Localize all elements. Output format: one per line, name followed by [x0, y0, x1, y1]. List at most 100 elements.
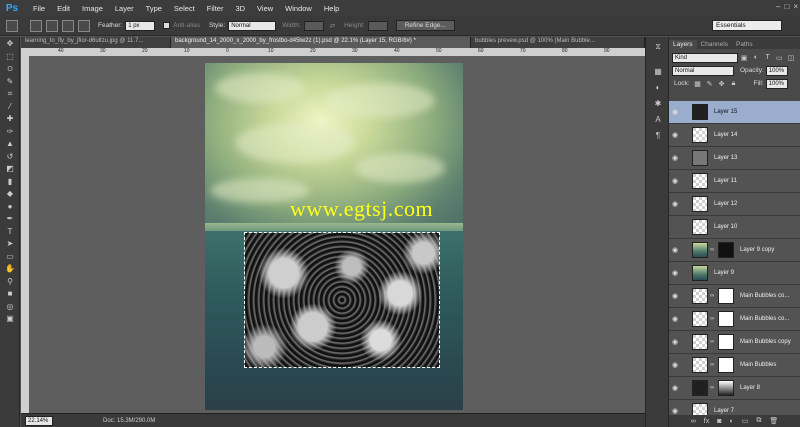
style-select[interactable]: Normal: [228, 20, 277, 31]
marquee-tool-icon[interactable]: ⬚: [3, 51, 17, 62]
shape-tool-icon[interactable]: ▭: [3, 251, 17, 262]
adjustments-panel-icon[interactable]: ◐: [652, 81, 664, 93]
layer-row[interactable]: ◉ ∞ Main Bubbles co...: [669, 285, 800, 308]
height-input[interactable]: [367, 20, 388, 31]
layer-mask-thumbnail[interactable]: [718, 311, 734, 327]
layer-name[interactable]: Layer 11: [714, 178, 737, 184]
layer-thumbnail[interactable]: [692, 288, 708, 304]
layer-row[interactable]: ◉ ∞ Layer 9 copy: [669, 239, 800, 262]
lock-position-icon[interactable]: ✥: [718, 80, 726, 88]
layer-name[interactable]: Layer 12: [714, 201, 737, 207]
visibility-eye-icon[interactable]: ◉: [672, 338, 682, 346]
layer-row[interactable]: Layer 10: [669, 216, 800, 239]
layer-name[interactable]: Layer 8: [740, 385, 760, 391]
layer-thumbnail[interactable]: [692, 127, 708, 143]
minimize-button[interactable]: –: [776, 2, 780, 11]
document-tab-active[interactable]: background_14_2000_x_2000_by_frostbo-d45…: [171, 37, 471, 48]
lock-transparent-icon[interactable]: ▦: [694, 80, 702, 88]
layer-thumbnail[interactable]: [692, 104, 708, 120]
filter-pixel-icon[interactable]: ▣: [740, 54, 748, 62]
visibility-eye-icon[interactable]: ◉: [672, 269, 682, 277]
visibility-eye-icon[interactable]: ◉: [672, 108, 682, 116]
link-icon[interactable]: ∞: [691, 418, 696, 425]
feather-input[interactable]: 1 px: [125, 20, 156, 31]
layer-thumbnail[interactable]: [692, 219, 708, 235]
swap-icon[interactable]: ⇄: [330, 22, 335, 30]
history-panel-icon[interactable]: ⧖: [652, 41, 664, 53]
visibility-eye-icon[interactable]: ◉: [672, 131, 682, 139]
layer-name[interactable]: Layer 14: [714, 132, 737, 138]
new-selection-icon[interactable]: [30, 19, 42, 32]
layer-name[interactable]: Layer 13: [714, 155, 737, 161]
clouds-render-selection[interactable]: [244, 232, 440, 368]
layer-name[interactable]: Layer 9: [714, 270, 734, 276]
refine-edge-button[interactable]: Refine Edge...: [395, 20, 455, 31]
layer-mask-thumbnail[interactable]: [718, 334, 734, 350]
hand-tool-icon[interactable]: ✋: [3, 263, 17, 274]
visibility-eye-icon[interactable]: ◉: [672, 177, 682, 185]
paragraph-panel-icon[interactable]: ¶: [652, 129, 664, 141]
move-tool-icon[interactable]: ✥: [3, 38, 17, 49]
type-tool-icon[interactable]: T: [3, 226, 17, 237]
mask-link-icon[interactable]: ∞: [710, 247, 714, 253]
layer-row[interactable]: ◉ Layer 9: [669, 262, 800, 285]
antialias-checkbox[interactable]: [163, 22, 171, 29]
layer-thumbnail[interactable]: [692, 357, 708, 373]
layer-row[interactable]: ◉ Layer 7: [669, 400, 800, 415]
filter-adjustment-icon[interactable]: ◐: [752, 54, 760, 62]
add-selection-icon[interactable]: [46, 19, 58, 32]
menu-image[interactable]: Image: [76, 4, 109, 13]
lasso-tool-icon[interactable]: ଠ: [3, 63, 17, 74]
foreground-background-colors-icon[interactable]: ■: [3, 288, 17, 299]
tab-layers[interactable]: Layers: [669, 40, 697, 49]
width-input[interactable]: [303, 20, 324, 31]
screen-mode-icon[interactable]: ▣: [3, 313, 17, 324]
layer-row[interactable]: ◉ Layer 13: [669, 147, 800, 170]
layer-mask-thumbnail[interactable]: [718, 288, 734, 304]
layer-name[interactable]: Layer 7: [714, 408, 734, 414]
quick-mask-icon[interactable]: ◎: [3, 301, 17, 312]
layer-mask-thumbnail[interactable]: [718, 242, 734, 258]
layer-thumbnail[interactable]: [692, 403, 708, 415]
visibility-eye-icon[interactable]: ◉: [672, 361, 682, 369]
menu-filter[interactable]: Filter: [201, 4, 230, 13]
menu-help[interactable]: Help: [318, 4, 345, 13]
menu-edit[interactable]: Edit: [51, 4, 76, 13]
layer-thumbnail[interactable]: [692, 380, 708, 396]
layer-row[interactable]: ◉ Layer 11: [669, 170, 800, 193]
workspace-select[interactable]: Essentials: [712, 20, 782, 31]
layer-thumbnail[interactable]: [692, 334, 708, 350]
quick-select-tool-icon[interactable]: ✎: [3, 76, 17, 87]
layer-row[interactable]: ◉ ∞ Main Bubbles: [669, 354, 800, 377]
eyedropper-tool-icon[interactable]: ⁄: [3, 101, 17, 112]
visibility-eye-icon[interactable]: ◉: [672, 315, 682, 323]
layer-name[interactable]: Main Bubbles: [740, 362, 776, 368]
document-tab[interactable]: learning_to_fly_by_jfior-d6ultzu.jpg @ 1…: [21, 37, 171, 48]
filter-smart-object-icon[interactable]: ◫: [787, 54, 795, 62]
blend-mode-select[interactable]: Normal: [672, 65, 734, 76]
visibility-eye-icon[interactable]: ◉: [672, 292, 682, 300]
zoom-level-input[interactable]: 22.14%: [25, 415, 53, 426]
layer-row[interactable]: ◉ ∞ Main Bubbles copy: [669, 331, 800, 354]
mask-link-icon[interactable]: ∞: [710, 385, 714, 391]
menu-file[interactable]: File: [27, 4, 51, 13]
intersect-selection-icon[interactable]: [78, 19, 90, 32]
mask-icon[interactable]: ◙: [717, 418, 721, 425]
layer-row[interactable]: ◉ Layer 12: [669, 193, 800, 216]
layer-thumbnail[interactable]: [692, 150, 708, 166]
trash-icon[interactable]: 🗑︎: [769, 417, 778, 425]
layer-name[interactable]: Layer 15: [714, 109, 737, 115]
menu-window[interactable]: Window: [279, 4, 318, 13]
gradient-tool-icon[interactable]: ▮: [3, 176, 17, 187]
layer-thumbnail[interactable]: [692, 311, 708, 327]
document-tab[interactable]: bubbles prevew.psd @ 100% (Main Bubble..…: [471, 37, 645, 48]
adjustment-icon[interactable]: ◐: [729, 418, 733, 425]
eraser-tool-icon[interactable]: ◩: [3, 163, 17, 174]
document-size-info[interactable]: Doc: 15.3M/290.0M: [103, 418, 155, 424]
filter-shape-icon[interactable]: ▭: [775, 54, 783, 62]
opacity-input[interactable]: 100%: [765, 65, 788, 76]
layer-mask-thumbnail[interactable]: [718, 357, 734, 373]
filter-type-icon[interactable]: T: [764, 54, 772, 62]
layer-thumbnail[interactable]: [692, 242, 708, 258]
layer-row[interactable]: ◉ Layer 15: [669, 101, 800, 124]
